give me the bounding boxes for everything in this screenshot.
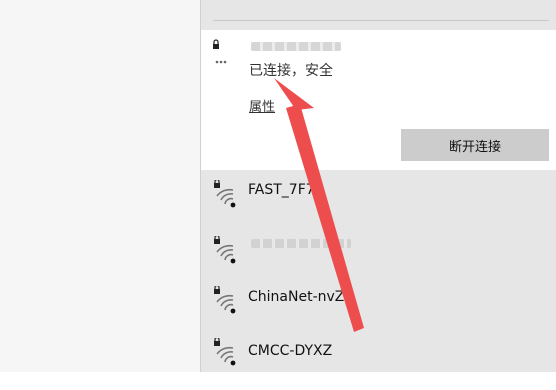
network-item-fast-7f7[interactable]: FAST_7F7 bbox=[201, 168, 556, 224]
network-item-hidden[interactable] bbox=[201, 224, 556, 280]
network-name: ChinaNet-nvZ3 bbox=[248, 289, 354, 305]
network-item-cmcc[interactable]: CMCC-DYXZ bbox=[201, 334, 556, 390]
desktop-background bbox=[0, 0, 200, 372]
wifi-secured-icon bbox=[214, 286, 236, 314]
blurred-network-name bbox=[251, 239, 351, 248]
disconnect-button[interactable]: 断开连接 bbox=[401, 129, 549, 161]
flyout-divider bbox=[213, 20, 549, 21]
blurred-network-name bbox=[251, 42, 341, 51]
wifi-secured-icon bbox=[214, 338, 236, 366]
wifi-secured-icon bbox=[214, 180, 236, 208]
wifi-network-flyout: 已连接，安全 属性 断开连接 FAST_7F7 ChinaNet-nvZ3 CM… bbox=[200, 0, 556, 372]
connection-status: 已连接，安全 bbox=[249, 63, 333, 79]
network-name: CMCC-DYXZ bbox=[248, 343, 333, 359]
wifi-secured-icon bbox=[213, 39, 227, 64]
properties-link[interactable]: 属性 bbox=[249, 96, 275, 115]
connected-network-panel[interactable]: 已连接，安全 属性 断开连接 bbox=[201, 30, 556, 170]
wifi-secured-icon bbox=[214, 236, 236, 264]
network-item-chinanet[interactable]: ChinaNet-nvZ3 bbox=[201, 280, 556, 336]
network-name: FAST_7F7 bbox=[248, 182, 315, 198]
